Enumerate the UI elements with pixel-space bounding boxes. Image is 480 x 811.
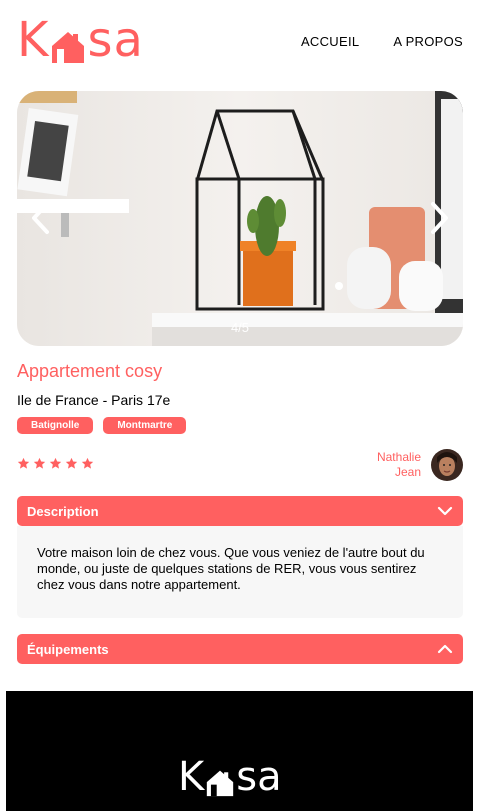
tag-badge: Montmartre bbox=[103, 417, 187, 434]
star-icon bbox=[81, 457, 94, 469]
house-icon bbox=[206, 764, 234, 797]
chevron-left-icon bbox=[32, 202, 49, 234]
equipment-toggle[interactable]: Équipements bbox=[17, 634, 463, 664]
photo-carousel: 4/5 bbox=[17, 91, 463, 346]
header: K sa ACCUEIL A PROPOS bbox=[17, 16, 463, 64]
carousel-next-button[interactable] bbox=[427, 201, 451, 235]
main-nav: ACCUEIL A PROPOS bbox=[301, 34, 463, 49]
carousel-prev-button[interactable] bbox=[29, 201, 53, 235]
carousel-counter: 4/5 bbox=[230, 320, 250, 335]
star-icon bbox=[33, 457, 46, 469]
footer-logo-letters-sa: sa bbox=[236, 754, 282, 800]
listing-title: Appartement cosy bbox=[17, 361, 163, 381]
nav-link-home[interactable]: ACCUEIL bbox=[301, 34, 359, 49]
chevron-right-icon bbox=[431, 202, 448, 234]
footer: K sa bbox=[6, 691, 473, 811]
description-content: Votre maison loin de chez vous. Que vous… bbox=[17, 526, 463, 618]
logo-letters-sa: sa bbox=[87, 12, 144, 68]
listing-tags: Batignolle Montmartre bbox=[17, 417, 187, 434]
listing-photo bbox=[17, 91, 463, 346]
chevron-down-icon bbox=[437, 506, 453, 516]
listing-location: Ile de France - Paris 17e bbox=[17, 392, 171, 408]
star-icon bbox=[65, 457, 78, 469]
host-name: Nathalie Jean bbox=[377, 450, 421, 480]
host-avatar bbox=[431, 449, 463, 481]
kasa-logo[interactable]: K sa bbox=[17, 16, 144, 64]
host-last-name: Jean bbox=[394, 465, 421, 479]
description-label: Description bbox=[27, 503, 99, 519]
host-first-name: Nathalie bbox=[376, 450, 421, 464]
logo-letter-k: K bbox=[17, 12, 50, 68]
chevron-up-icon bbox=[437, 644, 453, 654]
tag-badge: Batignolle bbox=[17, 417, 94, 434]
equipment-label: Équipements bbox=[27, 641, 109, 657]
description-text: Votre maison loin de chez vous. Que vous… bbox=[37, 545, 425, 592]
nav-link-about[interactable]: A PROPOS bbox=[393, 34, 463, 49]
star-icon bbox=[49, 457, 62, 469]
footer-logo-letter-k: K bbox=[178, 754, 205, 800]
footer-logo: K sa bbox=[178, 757, 282, 797]
host-info: Nathalie Jean bbox=[377, 449, 463, 481]
house-icon bbox=[51, 24, 85, 63]
description-toggle[interactable]: Description bbox=[17, 496, 463, 526]
rating-stars bbox=[17, 457, 94, 470]
star-icon bbox=[17, 457, 30, 469]
